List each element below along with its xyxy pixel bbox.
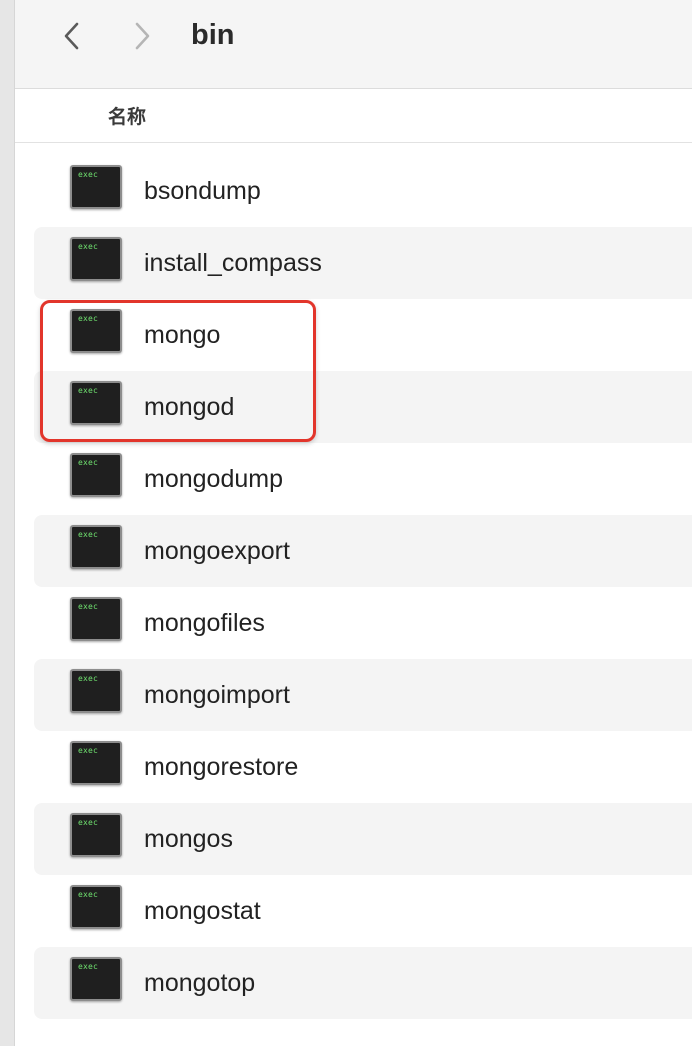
file-row-mongo[interactable]: exec mongo	[34, 299, 692, 371]
exec-icon-label: exec	[78, 170, 99, 179]
chevron-right-icon	[135, 22, 150, 50]
file-name: mongoexport	[144, 537, 290, 565]
file-row-mongoexport[interactable]: exec mongoexport	[34, 515, 692, 587]
file-row-install_compass[interactable]: exec install_compass	[34, 227, 692, 299]
exec-icon: exec	[70, 237, 122, 281]
column-header[interactable]: 名称	[15, 89, 692, 143]
file-name: mongod	[144, 393, 235, 421]
toolbar: bin	[15, 0, 692, 89]
file-name: mongo	[144, 321, 221, 349]
exec-icon-label: exec	[78, 746, 99, 755]
exec-icon-label: exec	[78, 890, 99, 899]
exec-icon: exec	[70, 885, 122, 929]
exec-icon: exec	[70, 453, 122, 497]
file-name: install_compass	[144, 249, 322, 277]
file-row-mongostat[interactable]: exec mongostat	[34, 875, 692, 947]
sidebar-edge	[0, 0, 15, 1046]
window-title: bin	[191, 19, 235, 51]
exec-icon: exec	[70, 597, 122, 641]
exec-icon: exec	[70, 741, 122, 785]
file-row-mongodump[interactable]: exec mongodump	[34, 443, 692, 515]
exec-icon-label: exec	[78, 314, 99, 323]
back-button[interactable]	[55, 19, 89, 53]
exec-icon: exec	[70, 165, 122, 209]
exec-icon-label: exec	[78, 674, 99, 683]
file-name: mongoimport	[144, 681, 290, 709]
exec-icon-label: exec	[78, 602, 99, 611]
exec-icon-label: exec	[78, 530, 99, 539]
file-name: mongorestore	[144, 753, 299, 781]
exec-icon-label: exec	[78, 242, 99, 251]
forward-button[interactable]	[125, 19, 159, 53]
exec-icon: exec	[70, 381, 122, 425]
exec-icon-label: exec	[78, 818, 99, 827]
file-name: mongofiles	[144, 609, 265, 637]
file-row-mongos[interactable]: exec mongos	[34, 803, 692, 875]
file-row-mongorestore[interactable]: exec mongorestore	[34, 731, 692, 803]
exec-icon-label: exec	[78, 962, 99, 971]
file-row-bsondump[interactable]: exec bsondump	[34, 155, 692, 227]
exec-icon-label: exec	[78, 386, 99, 395]
file-name: mongostat	[144, 897, 261, 925]
exec-icon-label: exec	[78, 458, 99, 467]
file-name: mongotop	[144, 969, 256, 997]
file-row-mongotop[interactable]: exec mongotop	[34, 947, 692, 1019]
chevron-left-icon	[64, 22, 79, 50]
file-row-mongofiles[interactable]: exec mongofiles	[34, 587, 692, 659]
exec-icon: exec	[70, 669, 122, 713]
column-header-name[interactable]: 名称	[108, 102, 146, 129]
file-name: mongos	[144, 825, 233, 853]
exec-icon: exec	[70, 525, 122, 569]
exec-icon: exec	[70, 957, 122, 1001]
file-name: bsondump	[144, 177, 261, 205]
file-list: exec bsondump exec install_compass exec mongo…	[34, 155, 692, 1019]
exec-icon: exec	[70, 813, 122, 857]
file-row-mongod[interactable]: exec mongod	[34, 371, 692, 443]
file-name: mongodump	[144, 465, 283, 493]
file-row-mongoimport[interactable]: exec mongoimport	[34, 659, 692, 731]
exec-icon: exec	[70, 309, 122, 353]
